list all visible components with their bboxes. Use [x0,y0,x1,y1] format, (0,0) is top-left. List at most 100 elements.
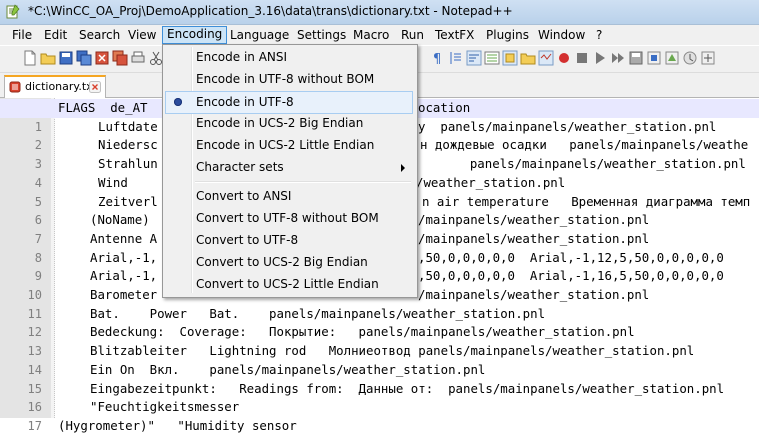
menu-item-encode-utf8[interactable]: Encode in UTF-8 [165,91,413,114]
line-number: 16 [27,400,42,415]
folder-workspace-icon[interactable] [520,50,536,66]
menu-encoding[interactable]: Encoding [162,26,228,44]
menu-settings[interactable]: Settings [293,27,350,43]
word-wrap-icon[interactable] [466,50,482,66]
editor-line[interactable]: 14 Ein On Вкл. panels/mainpanels/weather_… [0,361,759,380]
tab-dictionary[interactable]: dictionary.txt [4,75,106,98]
menu-item-label: Encode in UTF-8 without BOM [196,72,375,86]
print-icon[interactable] [130,50,146,66]
editor-line[interactable]: 13 Blitzableiter Lightning rod Молниеотво… [0,342,759,361]
editor-line[interactable]: 15 Eingabezeitpunkt: Readings from: Данны… [0,380,759,399]
menu-language[interactable]: Language [226,27,293,43]
line-text-fragment: /mainpanels/weather_station.pnl [418,212,650,228]
menu-item-label: Encode in UCS-2 Little Endian [196,138,375,152]
menu-item-encode-ucs2-be[interactable]: Encode in UCS-2 Big Endian [165,113,413,134]
show-all-chars-icon[interactable]: ¶ [430,50,446,66]
menu-plugins[interactable]: Plugins [482,27,533,43]
menu-item-label: Encode in ANSI [196,50,288,64]
menu-item-encode-ansi[interactable]: Encode in ANSI [165,47,413,68]
line-text: Antenne A [90,230,158,246]
menu-item-label: Character sets [196,160,284,174]
record-macro-icon[interactable] [556,50,572,66]
menu-item-label: Encode in UTF-8 [196,95,294,109]
menu-macro[interactable]: Macro [349,27,393,43]
menu-item-encode-utf8-no-bom[interactable]: Encode in UTF-8 without BOM [165,69,413,90]
menu-item-label: Convert to UTF-8 [196,233,299,247]
save-all-icon[interactable] [76,50,92,66]
indent-guide-icon[interactable] [448,50,464,66]
line-text-fragment: /mainpanels/weather_station.pnl [418,287,650,302]
menu-item-label: Convert to ANSI [196,189,292,203]
play-macro-icon[interactable] [592,50,608,66]
line-text: Eingabezeitpunkt: Readings from: Данные … [90,380,725,396]
plugin-b-icon[interactable] [664,50,680,66]
line-text-fragment: н дождевые осадки panels/mainpanels/weat… [420,137,749,153]
notepad-plus-plus-icon [6,4,20,19]
menu-item-label: Convert to UCS-2 Little Endian [196,277,379,291]
line-text: Arial,-1, [90,268,158,284]
menu-item-convert-ucs2-be[interactable]: Convert to UCS-2 Big Endian [165,252,413,273]
editor-line[interactable]: 16 "Feuchtigkeitsmesser [0,398,759,417]
line-text: Strahlun [98,156,158,172]
line-text-fragment: /mainpanels/weather_station.pnl [418,230,650,246]
line-number: 8 [34,250,42,265]
menu-view[interactable]: View [124,27,160,43]
close-all-icon[interactable] [112,50,128,66]
title-bar[interactable]: *C:\WinCC_OA_Proj\DemoApplication_3.16\d… [0,0,759,25]
line-text: (NoName) [90,212,150,228]
save-macro-icon[interactable] [628,50,644,66]
menu-window[interactable]: Window [534,27,589,43]
line-number: 9 [34,269,42,284]
close-file-icon[interactable] [94,50,110,66]
editor-line[interactable]: 11 Bat. Power Bat. panels/mainpanels/weat… [0,305,759,324]
line-text-fragment: panels/mainpanels/weather_station.pnl [440,156,746,172]
line-text: Niedersc [98,137,158,153]
line-number: 4 [34,175,42,190]
menu-file[interactable]: File [8,27,36,43]
line-number: 10 [27,288,42,302]
save-icon[interactable] [58,50,74,66]
play-macro-multiple-icon[interactable] [610,50,626,66]
line-number: 14 [27,362,42,377]
close-icon[interactable] [89,81,101,93]
plugin-d-icon[interactable] [700,50,716,66]
monitoring-icon[interactable] [538,50,554,66]
line-number: 3 [34,157,42,172]
new-file-icon[interactable] [22,50,38,66]
line-number: 2 [34,138,42,153]
menu-run[interactable]: Run [397,27,428,43]
menu-item-character-sets[interactable]: Character sets [165,157,413,178]
editor-line[interactable]: 17 (Hygrometer)" "Humidity sensor [0,417,759,436]
menu-help[interactable]: ? [592,27,606,43]
line-number: 11 [27,306,42,321]
menu-search[interactable]: Search [75,27,124,43]
menu-item-encode-ucs2-le[interactable]: Encode in UCS-2 Little Endian [165,135,413,156]
line-text: Bedeckung: Coverage: Покрытие: panels/ma… [90,324,635,340]
plugin-c-icon[interactable] [682,50,698,66]
menu-edit[interactable]: Edit [40,27,71,43]
line-text: Luftdate [98,118,158,134]
editor-line[interactable]: 12 Bedeckung: Coverage: Покрытие: panels/… [0,323,759,342]
line-text-fragment: ,50,0,0,0,0,0 Arial,-1,16,5,50,0,0,0,0,0 [418,268,724,284]
tab-label: dictionary.txt [25,80,97,93]
line-text: Blitzableiter Lightning rod Молниеотвод … [90,343,695,359]
line-text-fragment: n air temperature Временная диаграмма те… [422,193,751,209]
line-text-fragment: ocation [418,100,471,115]
menu-item-convert-ucs2-le[interactable]: Convert to UCS-2 Little Endian [165,274,413,295]
function-list-icon[interactable] [502,50,518,66]
plugin-a-icon[interactable] [646,50,662,66]
line-number: 12 [27,325,42,340]
line-number: 15 [27,381,42,396]
menu-item-convert-ansi[interactable]: Convert to ANSI [165,186,413,207]
document-map-icon[interactable] [484,50,500,66]
open-file-icon[interactable] [40,50,56,66]
svg-text:¶: ¶ [433,52,441,66]
menu-textfx[interactable]: TextFX [431,27,478,43]
line-number: 17 [27,418,42,433]
line-text: (Hygrometer)" "Humidity sensor [58,417,297,433]
menu-item-convert-utf8-no-bom[interactable]: Convert to UTF-8 without BOM [165,208,413,229]
menu-item-convert-utf8[interactable]: Convert to UTF-8 [165,230,413,251]
stop-macro-icon[interactable] [574,50,590,66]
encoding-menu: Encode in ANSI Encode in UTF-8 without B… [162,44,418,298]
submenu-arrow-icon [401,164,405,172]
